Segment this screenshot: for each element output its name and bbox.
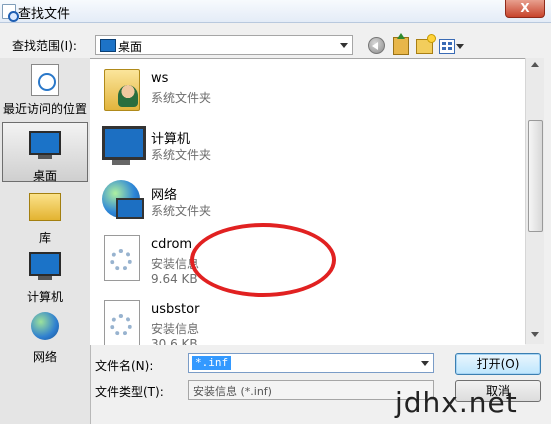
file-type: 系统文件夹 — [151, 91, 212, 105]
look-in-value: 桌面 — [118, 40, 143, 54]
computer-icon — [29, 252, 61, 284]
place-label: 网络 — [32, 350, 57, 364]
file-type: 安装信息 — [151, 322, 200, 336]
file-name: 计算机 — [151, 132, 191, 147]
filename-input[interactable]: *.inf — [188, 353, 434, 373]
place-label: 计算机 — [26, 290, 63, 304]
file-name: usbstor — [151, 302, 200, 317]
scroll-down-icon[interactable] — [531, 332, 539, 337]
title-bar: 查找文件 X — [0, 0, 551, 23]
file-size: 9.64 KB — [151, 272, 198, 286]
place-libraries[interactable]: 库 — [0, 190, 90, 246]
recent-places-icon — [29, 64, 61, 96]
look-in-label: 查找范围(I): — [12, 39, 77, 53]
list-item[interactable]: 网络 系统文件夹 — [90, 172, 525, 228]
place-label: 桌面 — [32, 169, 57, 183]
views-menu-icon[interactable] — [439, 39, 455, 54]
network-icon — [98, 176, 146, 224]
place-network[interactable]: 网络 — [0, 310, 90, 365]
chevron-down-icon — [340, 43, 348, 48]
look-in-dropdown[interactable]: 桌面 — [95, 35, 353, 55]
scroll-thumb[interactable] — [528, 120, 543, 232]
file-type: 系统文件夹 — [151, 204, 212, 218]
filetype-label: 文件类型(T): — [95, 385, 164, 399]
place-computer[interactable]: 计算机 — [0, 250, 90, 305]
file-size: 30.6 KB — [151, 337, 198, 345]
filename-value: *.inf — [192, 356, 232, 370]
find-file-icon — [2, 4, 19, 22]
computer-icon — [98, 120, 146, 168]
filetype-value: 安装信息 (*.inf) — [193, 385, 272, 398]
vertical-scrollbar[interactable] — [525, 58, 544, 344]
setup-info-icon — [98, 233, 146, 281]
scroll-up-icon[interactable] — [531, 62, 539, 67]
filename-label: 文件名(N): — [95, 359, 154, 373]
place-recent[interactable]: 最近访问的位置 — [0, 64, 90, 117]
user-folder-icon — [98, 63, 146, 111]
highlight-circle — [190, 223, 336, 297]
file-list[interactable]: ws 系统文件夹 计算机 系统文件夹 网络 系统文件夹 cdrom 安装信息 9… — [90, 58, 525, 345]
place-label: 库 — [38, 231, 51, 245]
file-name: cdrom — [151, 237, 193, 252]
place-label: 最近访问的位置 — [2, 102, 87, 116]
chevron-down-icon[interactable] — [421, 361, 429, 366]
list-item[interactable]: 计算机 系统文件夹 — [90, 116, 525, 172]
chevron-down-icon[interactable] — [456, 44, 464, 49]
up-folder-icon[interactable] — [393, 33, 409, 55]
new-folder-icon[interactable] — [416, 34, 436, 54]
file-name: 网络 — [151, 188, 178, 203]
desktop-icon — [100, 39, 116, 52]
open-button[interactable]: 打开(O) — [455, 353, 541, 375]
close-button[interactable]: X — [505, 0, 545, 18]
back-icon[interactable] — [368, 37, 385, 54]
file-type: 系统文件夹 — [151, 148, 212, 162]
desktop-icon — [29, 131, 61, 163]
network-icon — [29, 312, 61, 344]
places-bar: 最近访问的位置 桌面 库 计算机 网络 — [0, 58, 91, 424]
libraries-icon — [29, 193, 61, 225]
place-desktop[interactable]: 桌面 — [2, 122, 88, 183]
file-name: ws — [151, 71, 169, 86]
list-item[interactable]: ws 系统文件夹 — [90, 59, 525, 115]
watermark: jdhx.net — [395, 386, 518, 419]
window-title: 查找文件 — [18, 7, 71, 22]
setup-info-icon — [98, 298, 146, 345]
list-item[interactable]: usbstor 安装信息 30.6 KB — [90, 290, 525, 345]
